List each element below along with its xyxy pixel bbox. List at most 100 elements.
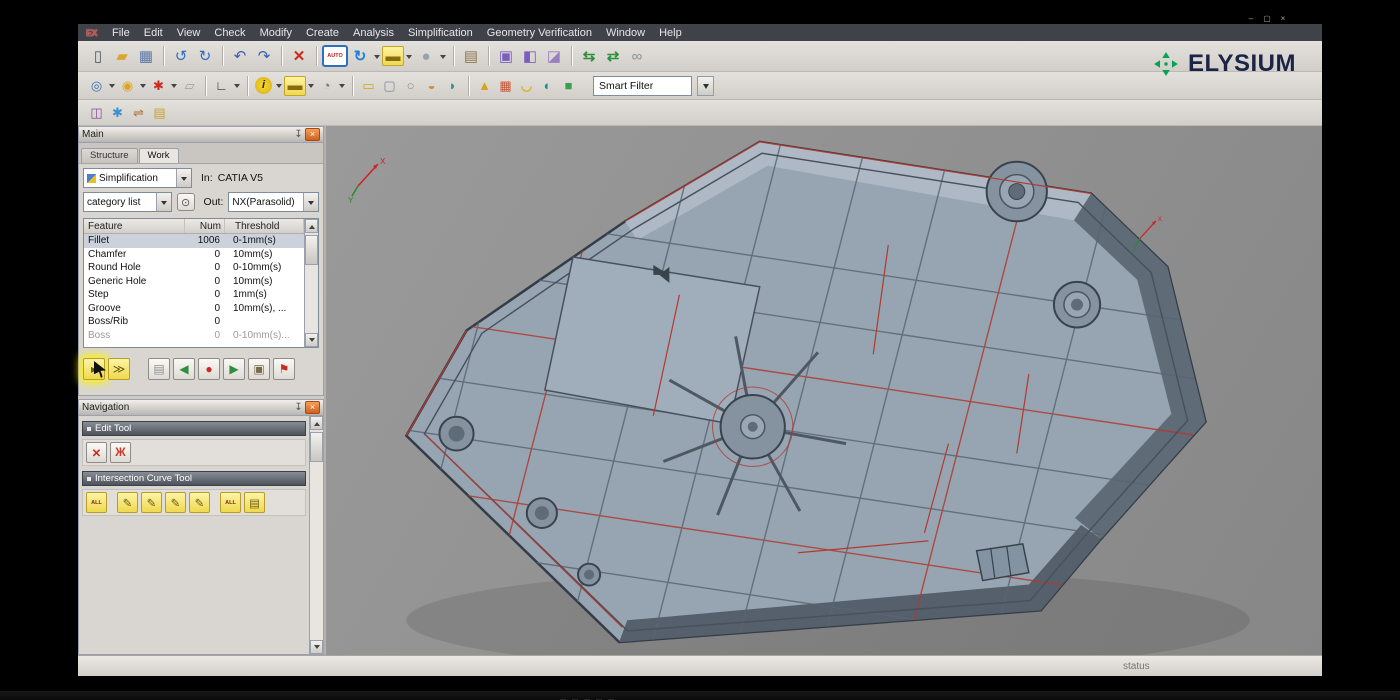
- intersect-all-curves-icon[interactable]: ALL: [220, 492, 241, 513]
- compare-solids-icon[interactable]: ■: [558, 75, 579, 96]
- repair-tool-icon[interactable]: Ж: [110, 442, 131, 463]
- smart-filter-combo[interactable]: Smart Filter: [593, 76, 692, 96]
- explode-icon[interactable]: ✱: [107, 102, 128, 123]
- mode-select[interactable]: Simplification: [83, 168, 192, 188]
- menu-help[interactable]: Help: [652, 27, 689, 39]
- timer-icon[interactable]: ◔: [316, 75, 337, 96]
- minimize-button[interactable]: –: [1246, 15, 1256, 23]
- intersect-face-icon[interactable]: ✎: [141, 492, 162, 513]
- info-icon[interactable]: i: [255, 77, 272, 94]
- scroll-thumb[interactable]: [310, 432, 323, 462]
- info-dropdown[interactable]: [274, 75, 284, 97]
- align-icon[interactable]: ⇌: [128, 102, 149, 123]
- menu-file[interactable]: File: [105, 27, 137, 39]
- scroll-thumb[interactable]: [305, 235, 318, 265]
- category-select[interactable]: category list: [83, 192, 172, 212]
- refresh-view-dropdown[interactable]: [372, 45, 382, 67]
- panel-close-icon[interactable]: ×: [305, 401, 320, 414]
- preview-dropdown[interactable]: [107, 75, 117, 97]
- new-document-icon[interactable]: ▯: [86, 44, 110, 68]
- table-row-groove[interactable]: Groove 0 10mm(s), ...: [84, 302, 304, 316]
- refresh-view-icon[interactable]: ↻: [348, 44, 372, 68]
- snapshot-button[interactable]: ▣: [248, 358, 270, 380]
- scroll-down-icon[interactable]: [305, 333, 318, 347]
- ruler-icon[interactable]: ▭: [358, 75, 379, 96]
- record-button[interactable]: ●: [198, 358, 220, 380]
- table-row-chamfer[interactable]: Chamfer 0 10mm(s): [84, 248, 304, 262]
- compare-spheres-icon[interactable]: ◐: [537, 75, 558, 96]
- mode-select-arrow[interactable]: [176, 169, 191, 187]
- table-row-step[interactable]: Step 0 1mm(s): [84, 288, 304, 302]
- section-icon[interactable]: ◒: [421, 75, 442, 96]
- header-num[interactable]: Num: [185, 219, 225, 233]
- execute-all-button[interactable]: ≫: [108, 358, 130, 380]
- reload-icon[interactable]: ↻: [193, 44, 217, 68]
- intersect-edge-icon[interactable]: ✎: [117, 492, 138, 513]
- panel-close-icon[interactable]: ×: [305, 128, 320, 141]
- pin-icon[interactable]: ↧: [292, 402, 305, 413]
- menu-create[interactable]: Create: [299, 27, 346, 39]
- menu-geometry-verification[interactable]: Geometry Verification: [480, 27, 599, 39]
- flag-button[interactable]: ⚑: [273, 358, 295, 380]
- scroll-up-icon[interactable]: [305, 219, 318, 233]
- table-row-generic-hole[interactable]: Generic Hole 0 10mm(s): [84, 275, 304, 289]
- delete-icon[interactable]: ✕: [287, 44, 311, 68]
- scroll-up-icon[interactable]: [310, 416, 323, 430]
- menu-window[interactable]: Window: [599, 27, 652, 39]
- cylinder-icon[interactable]: ○: [400, 75, 421, 96]
- sync-models-icon[interactable]: ⇆: [577, 44, 601, 68]
- probe-icon[interactable]: ◉: [117, 75, 138, 96]
- viewport-3d[interactable]: X Y X Y: [326, 126, 1322, 655]
- axis-mode-icon[interactable]: ∟: [211, 75, 232, 96]
- section-edit-tool[interactable]: Edit Tool: [82, 421, 306, 436]
- render-mode-dropdown[interactable]: [438, 45, 448, 67]
- next-button[interactable]: ▶: [223, 358, 245, 380]
- navigation-scrollbar[interactable]: [309, 416, 323, 654]
- table-row-fillet[interactable]: Fillet 1006 0-1mm(s): [84, 234, 304, 248]
- tab-structure[interactable]: Structure: [81, 148, 138, 163]
- highlight-style-dropdown[interactable]: [404, 45, 414, 67]
- model-paste-icon[interactable]: ◧: [518, 44, 542, 68]
- menu-view[interactable]: View: [170, 27, 208, 39]
- draft-check-icon[interactable]: ▲: [474, 75, 495, 96]
- preview-icon[interactable]: ◎: [86, 75, 107, 96]
- timer-dropdown[interactable]: [337, 75, 347, 97]
- revert-icon[interactable]: ↺: [169, 44, 193, 68]
- category-select-arrow[interactable]: [156, 193, 171, 211]
- list-button[interactable]: ▤: [148, 358, 170, 380]
- axis-mode-dropdown[interactable]: [232, 75, 242, 97]
- clip-plane-icon[interactable]: ◫: [86, 102, 107, 123]
- header-feature[interactable]: Feature: [84, 219, 185, 233]
- bbox-icon[interactable]: ▢: [379, 75, 400, 96]
- report-icon[interactable]: ▤: [459, 44, 483, 68]
- highlight-style-icon[interactable]: ▬: [382, 46, 404, 66]
- redo-icon[interactable]: ↷: [252, 44, 276, 68]
- category-options-button[interactable]: ⊙: [177, 193, 195, 211]
- model-copy-icon[interactable]: ▣: [494, 44, 518, 68]
- marker-icon[interactable]: ✱: [148, 75, 169, 96]
- table-row-boss[interactable]: Boss 0 0-10mm(s)...: [84, 329, 304, 343]
- stamp-icon[interactable]: ◪: [542, 44, 566, 68]
- auto-check-icon[interactable]: AUTO: [322, 45, 348, 67]
- transfer-icon[interactable]: ⇄: [601, 44, 625, 68]
- intersect-save-icon[interactable]: ▤: [244, 492, 265, 513]
- eraser-icon[interactable]: ▱: [179, 75, 200, 96]
- prev-button[interactable]: ◀: [173, 358, 195, 380]
- menu-simplification[interactable]: Simplification: [401, 27, 480, 39]
- table-scrollbar[interactable]: [304, 219, 318, 347]
- remove-feature-dropdown[interactable]: [306, 75, 316, 97]
- undo-icon[interactable]: ↶: [228, 44, 252, 68]
- marker-dropdown[interactable]: [169, 75, 179, 97]
- open-icon[interactable]: ▰: [110, 44, 134, 68]
- scroll-down-icon[interactable]: [310, 640, 323, 654]
- thickness-icon[interactable]: ◗: [442, 75, 463, 96]
- tab-work[interactable]: Work: [139, 148, 179, 163]
- intersect-pair-icon[interactable]: ✎: [165, 492, 186, 513]
- layers-icon[interactable]: ▤: [149, 102, 170, 123]
- delete-tool-icon[interactable]: ✕: [86, 442, 107, 463]
- menu-modify[interactable]: Modify: [253, 27, 299, 39]
- out-format-arrow[interactable]: [303, 193, 318, 211]
- render-mode-icon[interactable]: ●: [414, 44, 438, 68]
- link-icon[interactable]: ∞: [625, 44, 649, 68]
- close-button[interactable]: ×: [1278, 15, 1288, 23]
